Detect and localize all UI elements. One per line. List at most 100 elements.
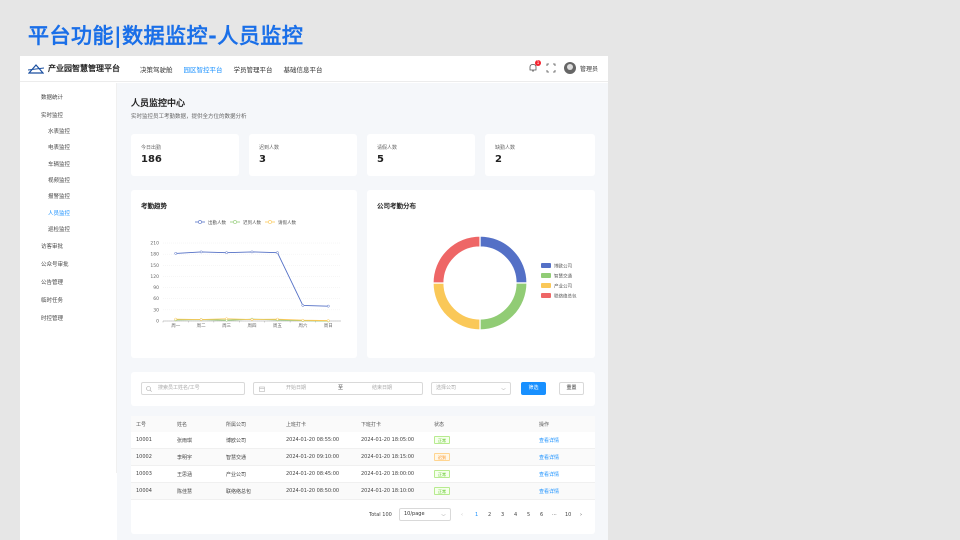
x-tick-label: 周五 [273,323,282,329]
sidebar-item-personnel[interactable]: 人员监控 [48,209,70,217]
sidebar-item-patrol[interactable]: 巡检监控 [48,225,70,233]
view-detail-link[interactable]: 查看详情 [539,454,559,461]
legend-label: 博欧公司 [554,263,572,270]
status-badge: 正常 [434,487,450,495]
th-company: 所属公司 [226,422,247,428]
company-select[interactable]: 选择公司 [431,382,511,395]
stat-value: 5 [377,154,384,165]
fullscreen-icon[interactable] [546,63,556,73]
table-row: 10003 王思涵 产业公司 2024-01-20 08:45:00 2024-… [131,466,595,483]
th-checkin: 上班打卡 [286,422,307,428]
cell-company: 博欧公司 [226,438,247,444]
legend-marker [198,220,202,224]
avatar[interactable] [563,62,576,74]
cell-company: 联络络总包 [226,489,252,495]
pie-slice [479,282,528,331]
chevron-down-icon [501,387,506,391]
sidebar-item-stats[interactable]: 数据统计 [41,93,63,101]
sidebar-item-vehicle[interactable]: 车辆监控 [48,160,70,168]
page-5[interactable]: 5 [527,512,530,518]
pagination-total: Total 100 [369,512,392,518]
y-tick-label: 120 [150,274,159,280]
cell-id: 10002 [136,454,152,460]
stat-card-absent: 缺勤人数 2 [485,134,595,176]
attendance-table: 工号 姓名 所属公司 上班打卡 下班打卡 状态 操作 10001 张雨琪 博欧公… [131,416,595,534]
cell-id: 10003 [136,471,152,477]
nav-item-dashboard[interactable]: 决策驾驶舱 [140,64,173,74]
slide-title: 平台功能|数据监控-人员监控 [28,24,304,48]
view-detail-link[interactable]: 查看详情 [539,437,559,444]
next-page-button[interactable]: › [580,512,582,518]
sidebar-item-electric[interactable]: 电表监控 [48,143,70,151]
page-4[interactable]: 4 [514,512,517,518]
page-2[interactable]: 2 [488,512,491,518]
trend-chart-card: 考勤趋势 出勤人数 迟到人数 请假人数 0 30 60 90 120 150 180 210 周一 周二… [131,190,357,358]
y-tick-label: 0 [156,319,159,325]
pie-chart: 博欧公司智慧交通产业公司联络络总包 [432,235,577,331]
view-detail-link[interactable]: 查看详情 [539,471,559,478]
data-point [301,304,305,307]
sidebar-item-water[interactable]: 水表监控 [48,127,70,135]
y-tick-label: 180 [150,252,159,258]
cell-name: 张雨琪 [177,438,193,444]
start-date-placeholder: 开始日期 [286,385,307,391]
legend-label: 联络络总包 [554,293,577,300]
y-tick-label: 60 [153,296,159,302]
sidebar-item-realtime[interactable]: 实时监控 [41,111,63,119]
page-6[interactable]: 6 [540,512,543,518]
page-size-select[interactable]: 10/page [399,508,451,521]
stat-label: 迟到人数 [259,145,280,151]
legend-label: 请假人数 [278,219,296,226]
cell-company: 智慧交通 [226,455,247,461]
nav-item-park-control[interactable]: 园区智控平台 [184,64,223,74]
filter-button[interactable]: 筛选 [521,382,546,395]
main-content: 人员监控中心 实时监控员工考勤数据，提供全方位的数据分析 今日出勤 186 迟到… [117,83,608,540]
page-1[interactable]: 1 [475,512,478,518]
cell-checkout: 2024-01-20 18:10:00 [361,488,415,494]
trend-chart: 出勤人数 迟到人数 请假人数 0 30 60 90 120 150 180 210 周一 周二 周三 周四 周… [150,219,341,329]
status-badge: 迟到 [434,453,450,461]
pie-slice [479,235,528,284]
page-10[interactable]: 10 [565,512,571,518]
page-ellipsis[interactable]: ··· [552,512,557,518]
data-point [276,317,279,321]
stat-label: 缺勤人数 [495,145,516,151]
app-window: 产业园智慧管理平台 决策驾驶舱 园区智控平台 学员管理平台 基础信息平台 1 管… [20,56,608,540]
sidebar-item-video[interactable]: 视频监控 [48,176,70,184]
sidebar-item-official-account[interactable]: 公众号审批 [41,260,69,268]
filter-bar: 搜索员工姓名/工号 开始日期 至 结束日期 选择公司 筛选 重置 [131,372,595,406]
calendar-icon [259,386,265,392]
sidebar-item-notice[interactable]: 公告管理 [41,278,63,286]
username[interactable]: 管理员 [580,64,598,73]
date-range-picker[interactable]: 开始日期 至 结束日期 [253,382,423,395]
notification-bell-icon[interactable]: 1 [528,60,541,73]
cell-id: 10004 [136,488,152,494]
data-point [225,317,228,321]
legend-swatch [541,263,551,268]
x-tick-label: 周四 [248,323,257,329]
sidebar-item-alarm[interactable]: 报警监控 [48,192,70,200]
reset-button[interactable]: 重置 [559,382,584,395]
cell-checkout: 2024-01-20 18:15:00 [361,454,415,460]
prev-page-button[interactable]: ‹ [461,512,463,518]
stat-card-attendance: 今日出勤 186 [131,134,239,176]
legend-label: 产业公司 [554,283,572,290]
sidebar-item-visitor[interactable]: 访客审批 [41,242,63,250]
cell-checkin: 2024-01-20 08:45:00 [286,471,340,477]
stat-label: 请假人数 [377,145,398,151]
view-detail-link[interactable]: 查看详情 [539,488,559,495]
sidebar-item-temp-task[interactable]: 临时任务 [41,296,63,304]
legend-label: 迟到人数 [243,219,261,226]
data-point [250,318,254,321]
x-tick-label: 周六 [298,322,307,329]
th-status: 状态 [434,422,445,428]
sidebar-item-time-control[interactable]: 时控管理 [41,314,63,322]
page-3[interactable]: 3 [501,512,504,518]
nav-item-student-mgmt[interactable]: 学员管理平台 [234,64,273,74]
nav-item-base-info[interactable]: 基础信息平台 [284,64,323,74]
status-badge: 正常 [434,436,450,444]
table-row: 10002 李明宇 智慧交通 2024-01-20 09:10:00 2024-… [131,449,595,466]
data-point [225,251,228,255]
search-input[interactable]: 搜索员工姓名/工号 [141,382,245,395]
y-tick-label: 210 [150,241,159,247]
